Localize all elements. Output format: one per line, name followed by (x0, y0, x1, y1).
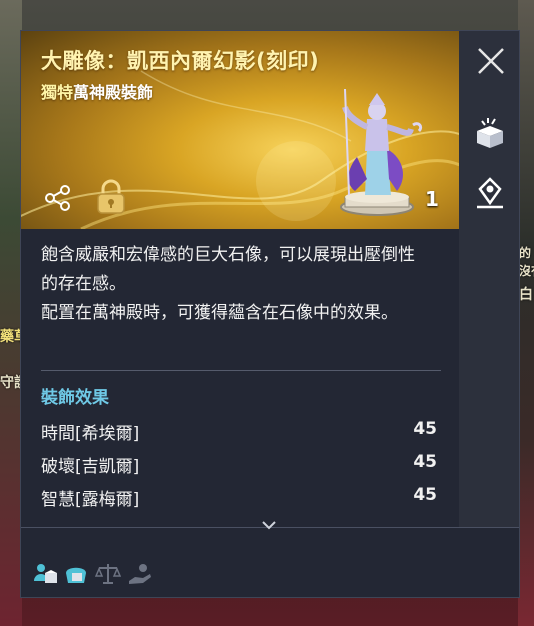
share-icon[interactable] (43, 183, 73, 213)
effect-row: 智慧[露梅爾] 45 (41, 485, 437, 513)
side-toolbar (459, 31, 519, 527)
description-line: 飽含威嚴和宏偉感的巨大石像，可以展現出壓倒性的存在感。 (41, 245, 415, 294)
item-subtitle: 獨特萬神殿裝飾 (41, 79, 153, 103)
description-line: 配置在萬神殿時，可獲得蘊含在石像中的效果。 (41, 303, 398, 323)
effect-value: 45 (413, 452, 437, 472)
effect-value: 45 (413, 485, 437, 505)
background-text: 沒有 (519, 264, 534, 278)
effect-name: 智慧[露梅爾] (41, 490, 140, 510)
item-title: 大雕像：凱西內爾幻影(刻印) (41, 49, 320, 73)
effect-value: 45 (413, 419, 437, 439)
effect-row: 破壞[吉凱爾] 45 (41, 452, 437, 480)
scale-icon[interactable] (95, 561, 121, 587)
statue-image (340, 88, 423, 216)
effect-row: 時間[希埃爾] 45 (41, 419, 437, 447)
item-rarity: 獨特 (41, 83, 74, 102)
user-box-icon[interactable] (33, 561, 59, 587)
effect-name: 時間[希埃爾] (41, 424, 140, 444)
item-header: 大雕像：凱西內爾幻影(刻印) 獨特萬神殿裝飾 1 (21, 31, 459, 229)
background-left-scene (0, 0, 22, 626)
close-icon[interactable] (475, 45, 507, 77)
lock-icon[interactable] (95, 179, 127, 215)
hand-coin-icon[interactable] (127, 561, 153, 587)
map-marker-icon[interactable] (471, 175, 509, 213)
item-category: 萬神殿裝飾 (73, 83, 154, 102)
chevron-icon (262, 521, 276, 530)
background-text: 的 (519, 246, 532, 260)
bag-icon[interactable] (63, 561, 89, 587)
item-quantity: 1 (425, 187, 439, 211)
effects-title: 裝飾效果 (41, 388, 109, 408)
gift-box-icon[interactable] (471, 115, 509, 153)
divider (41, 370, 441, 371)
item-tooltip-panel: 大雕像：凱西內爾幻影(刻印) 獨特萬神殿裝飾 1 飽含威嚴和宏偉感的巨大石像，可… (20, 30, 520, 598)
effect-name: 破壞[吉凱爾] (41, 457, 140, 477)
background-right-scene (518, 0, 534, 626)
item-description: 飽含威嚴和宏偉感的巨大石像，可以展現出壓倒性的存在感。 配置在萬神殿時，可獲得蘊… (41, 241, 431, 328)
background-text: 白 (519, 287, 533, 303)
